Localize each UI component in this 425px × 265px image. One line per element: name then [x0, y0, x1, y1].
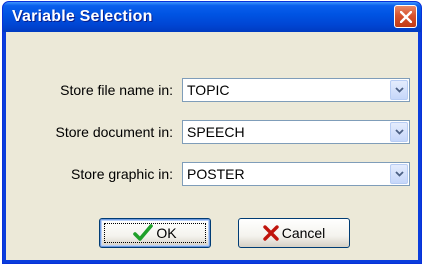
dialog-window: Variable Selection Store file name in: T… — [2, 1, 422, 264]
chevron-down-icon — [395, 87, 404, 93]
close-icon — [400, 11, 412, 23]
x-cross-icon — [263, 225, 279, 241]
file-name-dropdown-button[interactable] — [390, 80, 408, 100]
document-value: SPEECH — [187, 124, 245, 140]
ok-button-label: OK — [156, 225, 177, 241]
document-label: Store document in: — [55, 124, 173, 140]
file-name-label: Store file name in: — [60, 82, 173, 98]
chevron-down-icon — [395, 129, 404, 135]
cancel-button-label: Cancel — [281, 225, 326, 241]
cancel-button[interactable]: Cancel — [238, 218, 350, 248]
dialog-title: Variable Selection — [12, 8, 153, 25]
file-name-row: Store file name in: TOPIC — [6, 78, 418, 104]
document-dropdown-button[interactable] — [390, 122, 408, 142]
graphic-dropdown-button[interactable] — [390, 164, 408, 184]
graphic-value: POSTER — [187, 166, 245, 182]
close-button[interactable] — [394, 5, 417, 28]
document-select[interactable]: SPEECH — [182, 120, 410, 144]
graphic-label: Store graphic in: — [71, 166, 173, 182]
ok-button[interactable]: OK — [99, 218, 211, 248]
title-bar[interactable]: Variable Selection — [3, 2, 421, 32]
graphic-select[interactable]: POSTER — [182, 162, 410, 186]
cancel-button-content: Cancel — [239, 219, 349, 247]
document-row: Store document in: SPEECH — [6, 120, 418, 146]
checkmark-icon — [133, 224, 154, 241]
chevron-down-icon — [395, 171, 404, 177]
file-name-select[interactable]: TOPIC — [182, 78, 410, 102]
dialog-body: Store file name in: TOPIC Store document… — [6, 32, 418, 260]
graphic-row: Store graphic in: POSTER — [6, 162, 418, 188]
ok-button-content: OK — [100, 219, 210, 247]
file-name-value: TOPIC — [187, 82, 230, 98]
